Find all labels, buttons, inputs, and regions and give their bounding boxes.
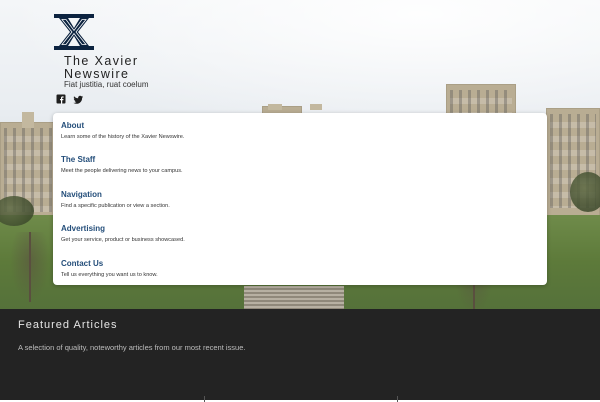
site-menu-card: About Learn some of the history of the X… [53,113,547,285]
twitter-icon[interactable] [73,92,84,104]
featured-description: A selection of quality, noteworthy artic… [18,343,246,352]
menu-item-staff[interactable]: The Staff Meet the people delivering new… [61,155,183,175]
site-brand: The Xavier Newswire Fiat justitia, ruat … [54,14,148,104]
menu-item-description: Get your service, product or business sh… [61,237,185,243]
campus-tower-center-2 [310,104,322,110]
menu-item-description: Tell us everything you want us to know. [61,272,158,278]
menu-item-label[interactable]: Advertising [61,224,185,234]
column-divider [397,396,398,402]
social-links [56,92,84,104]
site-title[interactable]: The Xavier Newswire [64,55,184,81]
facebook-icon[interactable] [56,92,67,104]
menu-item-description: Meet the people delivering news to your … [61,168,183,174]
menu-item-advertising[interactable]: Advertising Get your service, product or… [61,224,185,244]
menu-item-label[interactable]: Contact Us [61,259,158,269]
menu-item-description: Learn some of the history of the Xavier … [61,134,185,140]
menu-item-about[interactable]: About Learn some of the history of the X… [61,121,184,141]
menu-item-label[interactable]: The Staff [61,155,183,165]
featured-title: Featured Articles [18,319,118,331]
bare-tree [10,232,50,302]
menu-item-contact[interactable]: Contact Us Tell us everything you want u… [61,259,158,279]
menu-item-label[interactable]: About [61,121,184,131]
tree [570,172,600,212]
xavier-x-logo-icon[interactable] [54,14,94,50]
campus-tower-left [22,112,34,128]
menu-item-description: Find a specific publication or view a se… [61,203,170,209]
featured-articles-section: Featured Articles A selection of quality… [0,309,600,402]
column-divider [204,396,205,402]
menu-item-label[interactable]: Navigation [61,190,170,200]
site-tagline: Fiat justitia, ruat coelum [64,80,149,89]
campus-tower-center [268,104,282,110]
menu-item-navigation[interactable]: Navigation Find a specific publication o… [61,190,170,210]
campus-stairs [244,286,344,309]
